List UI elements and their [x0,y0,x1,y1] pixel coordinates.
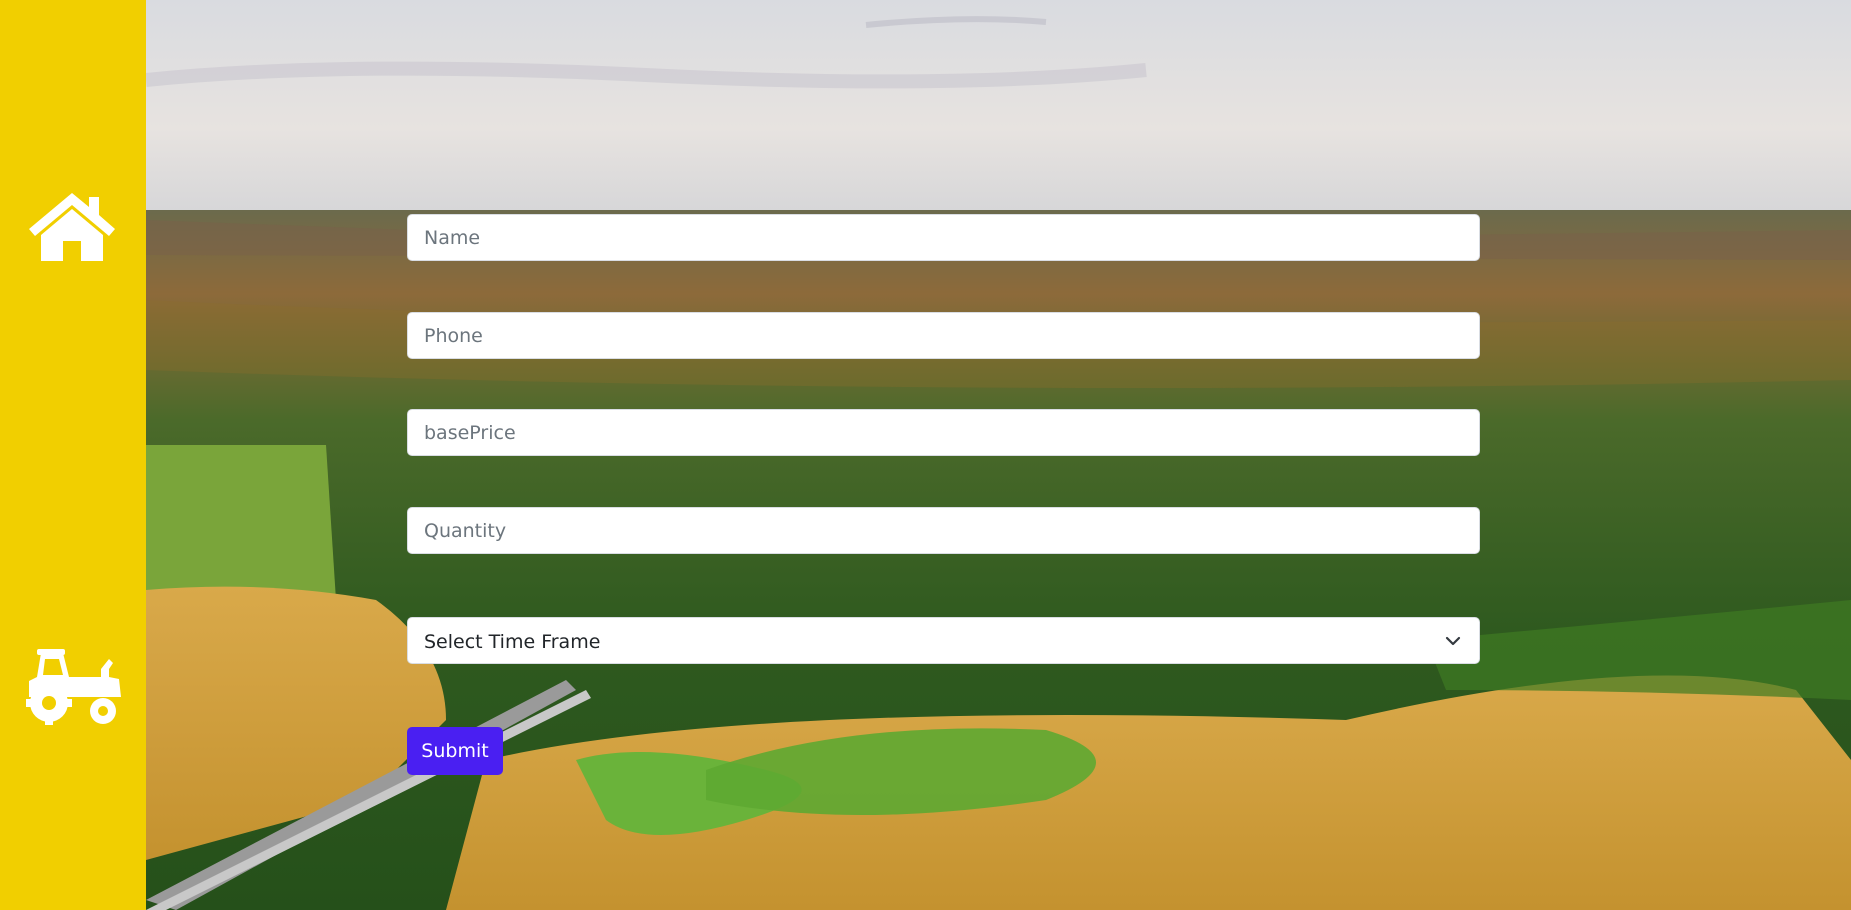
sidebar [0,0,146,910]
phone-input[interactable] [407,312,1480,359]
home-icon[interactable] [27,191,117,263]
quantity-input[interactable] [407,507,1480,554]
base-price-input[interactable] [407,409,1480,456]
time-frame-selected-value: Select Time Frame [424,631,601,653]
submit-button[interactable]: Submit [407,727,503,775]
app: Select Time Frame Submit [0,0,1851,910]
time-frame-select[interactable]: Select Time Frame [407,617,1480,664]
tractor-icon[interactable] [23,645,123,725]
name-input[interactable] [407,214,1480,261]
chevron-down-icon [1445,636,1461,646]
